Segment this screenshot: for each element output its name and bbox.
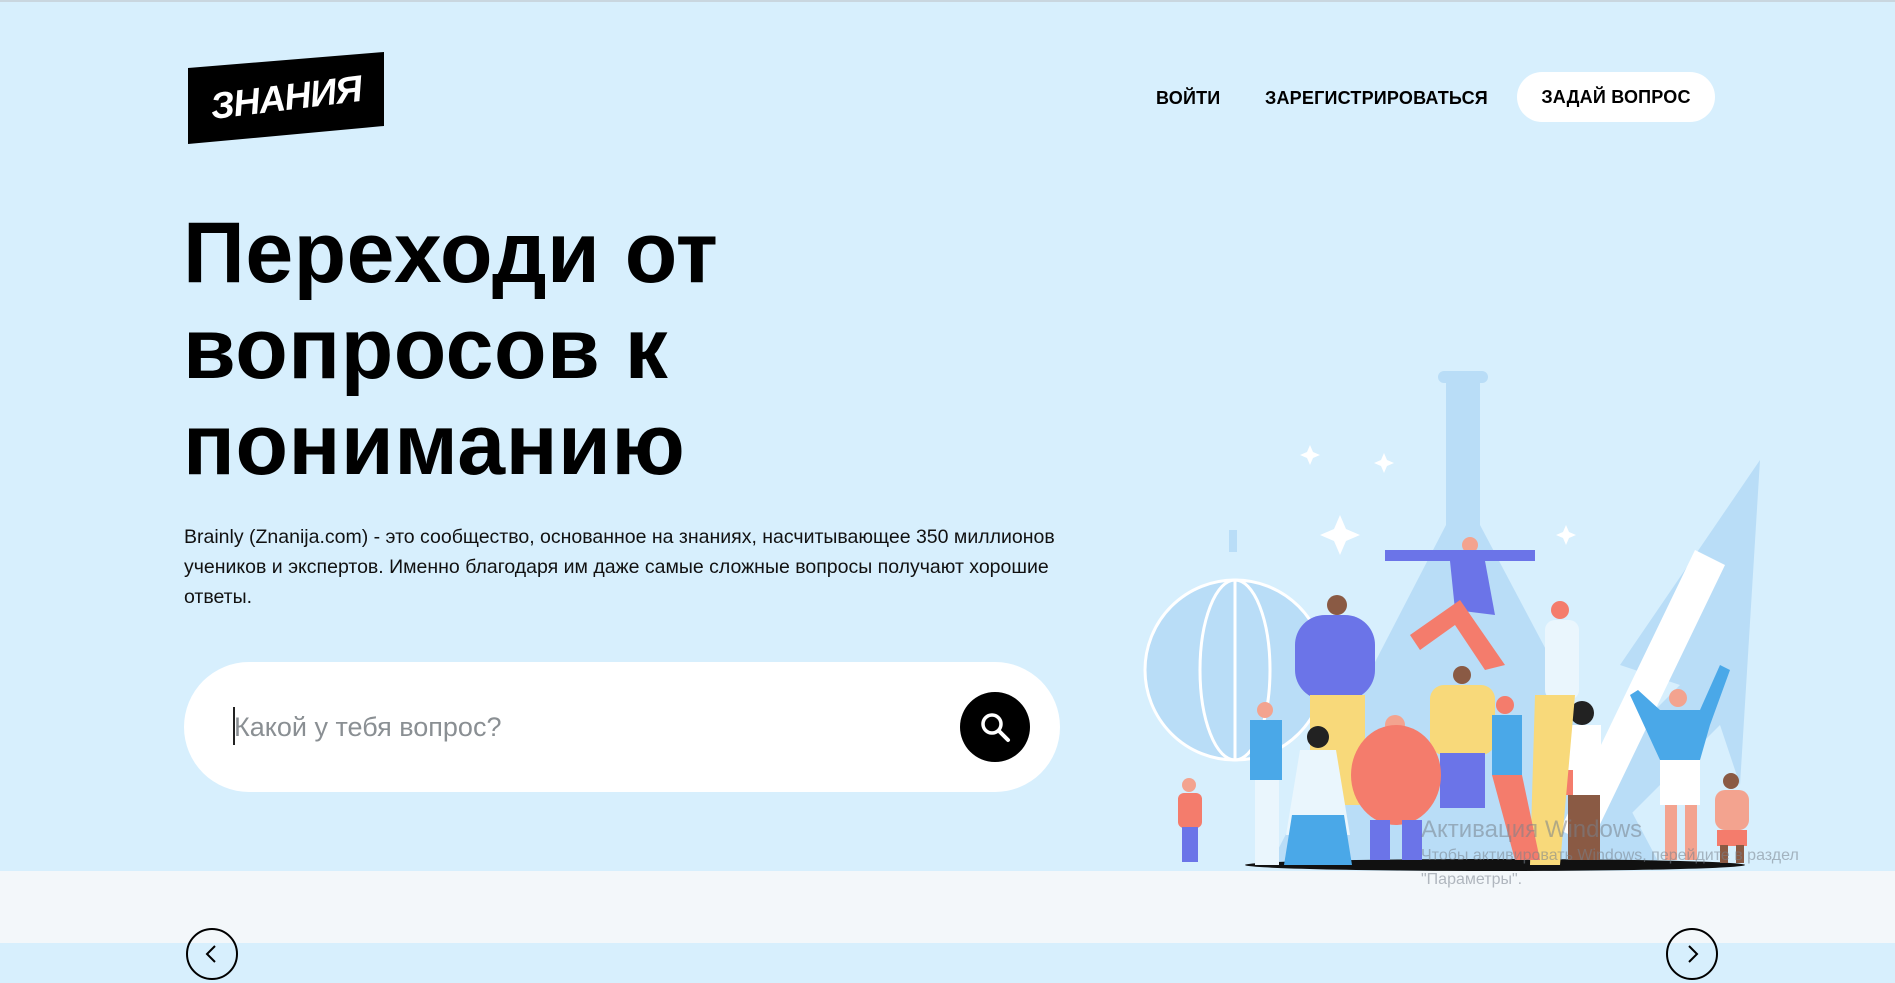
hero-description: Brainly (Znanija.com) - это сообщество, … [184,526,1055,608]
carousel-next-button[interactable] [1666,928,1718,980]
ask-question-button[interactable]: ЗАДАЙ ВОПРОС [1517,72,1715,122]
text-cursor [233,707,235,745]
chevron-right-icon [1688,945,1699,963]
headline-line-1: Переходи от [183,205,719,301]
hero-headline: Переходи от вопросов к пониманию [183,205,983,493]
register-link[interactable]: ЗАРЕГИСТРИРОВАТЬСЯ [1265,88,1488,109]
logo[interactable]: ЗНАНИЯ [188,52,384,144]
login-link[interactable]: ВОЙТИ [1156,88,1220,109]
search-icon [981,713,1010,742]
search-button[interactable] [960,692,1030,762]
people-science-illustration [1143,371,1760,871]
headline-line-2: вопросов к [183,301,669,397]
search-bar [184,662,1060,792]
subjects-strip [0,871,1895,943]
carousel-prev-button[interactable] [186,928,238,980]
search-input[interactable] [232,694,916,760]
chevron-left-icon [205,945,216,963]
headline-line-3: пониманию [183,397,686,493]
